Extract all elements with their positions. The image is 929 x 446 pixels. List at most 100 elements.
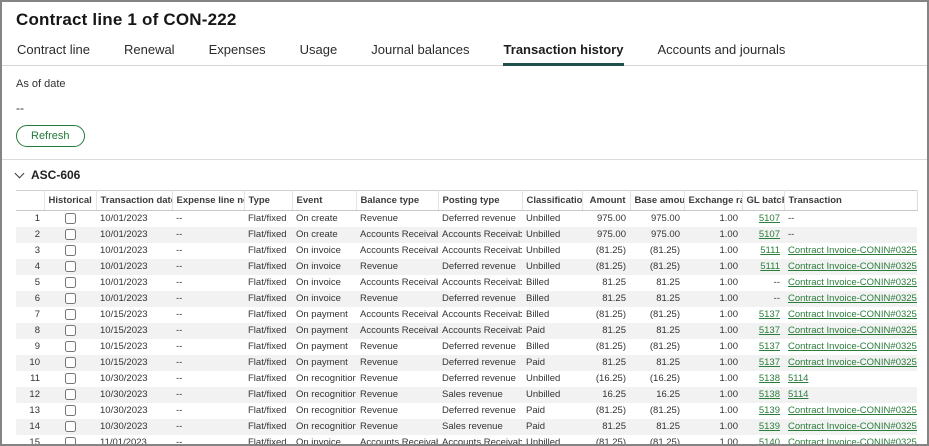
transaction-link[interactable]: Contract Invoice-CONIN#0325#doc — [788, 293, 917, 304]
transaction-link[interactable]: Contract Invoice-CONIN#0325#doc — [788, 277, 917, 288]
historical-checkbox[interactable] — [65, 405, 76, 416]
cell-type: Flat/fixed — [244, 275, 292, 291]
transaction-link[interactable]: Contract Invoice-CONIN#0325#doc — [788, 421, 917, 432]
tab-usage[interactable]: Usage — [299, 36, 339, 65]
cell-base-amount: 81.25 — [630, 419, 684, 435]
cell-gl-batch: 5140 — [742, 435, 784, 446]
tab-accounts-and-journals[interactable]: Accounts and journals — [656, 36, 786, 65]
cell-row-number: 11 — [16, 371, 44, 387]
cell-transaction-date: 10/30/2023 — [96, 403, 172, 419]
historical-checkbox[interactable] — [65, 421, 76, 432]
tab-expenses[interactable]: Expenses — [208, 36, 267, 65]
cell-balance-type: Revenue — [356, 403, 438, 419]
historical-checkbox[interactable] — [65, 373, 76, 384]
gl-batch-link[interactable]: 5137 — [759, 325, 780, 336]
cell-classification: Billed — [522, 307, 582, 323]
historical-checkbox[interactable] — [65, 261, 76, 272]
historical-checkbox[interactable] — [65, 277, 76, 288]
transaction-link[interactable]: Contract Invoice-CONIN#0325#doc — [788, 245, 917, 256]
historical-checkbox[interactable] — [65, 245, 76, 256]
cell-historical — [44, 403, 96, 419]
cell-type: Flat/fixed — [244, 435, 292, 446]
historical-checkbox[interactable] — [65, 341, 76, 352]
cell-gl-batch: 5111 — [742, 243, 784, 259]
cell-posting-type: Sales revenue — [438, 419, 522, 435]
col-header-balance-type: Balance type — [356, 191, 438, 211]
transaction-link[interactable]: 5114 — [788, 389, 808, 400]
cell-balance-type: Revenue — [356, 259, 438, 275]
cell-event: On payment — [292, 355, 356, 371]
gl-batch-link[interactable]: 5139 — [759, 405, 780, 416]
historical-checkbox[interactable] — [65, 229, 76, 240]
gl-batch-link[interactable]: 5138 — [759, 373, 780, 384]
gl-batch-link[interactable]: 5140 — [759, 437, 780, 446]
historical-checkbox[interactable] — [65, 213, 76, 224]
cell-historical — [44, 227, 96, 243]
historical-checkbox[interactable] — [65, 389, 76, 400]
gl-batch-link[interactable]: 5107 — [759, 213, 780, 224]
gl-batch-link[interactable]: 5137 — [759, 357, 780, 368]
cell-base-amount: (81.25) — [630, 307, 684, 323]
cell-row-number: 3 — [16, 243, 44, 259]
cell-historical — [44, 355, 96, 371]
gl-batch-link[interactable]: 5107 — [759, 229, 780, 240]
cell-event: On invoice — [292, 275, 356, 291]
gl-batch-link[interactable]: 5139 — [759, 421, 780, 432]
cell-transaction: Contract Invoice-CONIN#0325#doc — [784, 291, 917, 307]
cell-event: On recognition — [292, 371, 356, 387]
table-row: 610/01/2023--Flat/fixedOn invoiceRevenue… — [16, 291, 917, 307]
gl-batch-link[interactable]: 5137 — [759, 309, 780, 320]
cell-expense-line-no: -- — [172, 403, 244, 419]
cell-type: Flat/fixed — [244, 227, 292, 243]
refresh-button[interactable]: Refresh — [16, 125, 85, 147]
tab-renewal[interactable]: Renewal — [123, 36, 176, 65]
gl-batch-link[interactable]: 5138 — [759, 389, 780, 400]
cell-row-number: 15 — [16, 435, 44, 446]
historical-checkbox[interactable] — [65, 309, 76, 320]
cell-historical — [44, 323, 96, 339]
transaction-link[interactable]: Contract Invoice-CONIN#0325#doc — [788, 341, 917, 352]
historical-checkbox[interactable] — [65, 325, 76, 336]
tab-journal-balances[interactable]: Journal balances — [370, 36, 470, 65]
cell-expense-line-no: -- — [172, 243, 244, 259]
transaction-link[interactable]: 5114 — [788, 373, 808, 384]
cell-transaction: Contract Invoice-CONIN#0325#doc — [784, 275, 917, 291]
historical-checkbox[interactable] — [65, 293, 76, 304]
asc606-section-header[interactable]: ASC-606 — [2, 160, 927, 190]
cell-row-number: 14 — [16, 419, 44, 435]
gl-batch-link[interactable]: 5111 — [760, 245, 780, 256]
cell-posting-type: Deferred revenue — [438, 339, 522, 355]
cell-type: Flat/fixed — [244, 355, 292, 371]
transaction-link[interactable]: Contract Invoice-CONIN#0325#doc — [788, 309, 917, 320]
historical-checkbox[interactable] — [65, 357, 76, 368]
tab-contract-line[interactable]: Contract line — [16, 36, 91, 65]
cell-amount: (81.25) — [582, 339, 630, 355]
cell-balance-type: Revenue — [356, 211, 438, 228]
historical-checkbox[interactable] — [65, 437, 76, 446]
transaction-link[interactable]: Contract Invoice-CONIN#0325#doc — [788, 405, 917, 416]
cell-base-amount: 16.25 — [630, 387, 684, 403]
gl-batch-link[interactable]: 5137 — [759, 341, 780, 352]
cell-transaction-date: 10/15/2023 — [96, 355, 172, 371]
col-header-historical: Historical — [44, 191, 96, 211]
cell-base-amount: (81.25) — [630, 243, 684, 259]
table-row: 910/15/2023--Flat/fixedOn paymentRevenue… — [16, 339, 917, 355]
col-header-gl-batch: GL batch — [742, 191, 784, 211]
cell-transaction-date: 10/30/2023 — [96, 371, 172, 387]
transaction-link[interactable]: Contract Invoice-CONIN#0325#doc — [788, 261, 917, 272]
table-row: 410/01/2023--Flat/fixedOn invoiceRevenue… — [16, 259, 917, 275]
cell-type: Flat/fixed — [244, 419, 292, 435]
gl-batch-link[interactable]: 5111 — [760, 261, 780, 272]
cell-gl-batch: 5111 — [742, 259, 784, 275]
cell-balance-type: Accounts Receivable — [356, 243, 438, 259]
cell-balance-type: Accounts Receivable — [356, 323, 438, 339]
cell-transaction-date: 10/01/2023 — [96, 259, 172, 275]
transaction-link[interactable]: Contract Invoice-CONIN#0325#doc — [788, 325, 917, 336]
transaction-link[interactable]: Contract Invoice-CONIN#0325#doc — [788, 437, 917, 446]
cell-posting-type: Accounts Receivable — [438, 243, 522, 259]
table-row: 1010/15/2023--Flat/fixedOn paymentRevenu… — [16, 355, 917, 371]
cell-event: On recognition — [292, 403, 356, 419]
cell-event: On invoice — [292, 435, 356, 446]
transaction-link[interactable]: Contract Invoice-CONIN#0325#doc — [788, 357, 917, 368]
tab-transaction-history[interactable]: Transaction history — [503, 36, 625, 65]
